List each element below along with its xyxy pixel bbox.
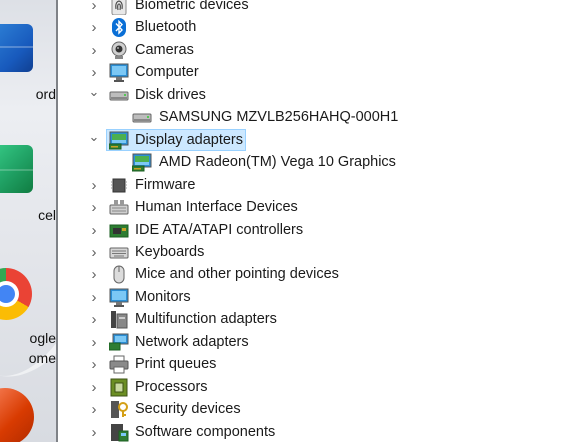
category-ide-ata-atapi-controllers[interactable]: › IDE ATA/ATAPI controllers xyxy=(58,219,569,241)
category-label: Cameras xyxy=(135,42,194,58)
chevron-right-icon[interactable]: › xyxy=(88,421,100,443)
excel-app-icon[interactable] xyxy=(0,145,33,193)
monitor-icon xyxy=(109,63,129,82)
chevron-down-icon[interactable]: ⌄ xyxy=(88,129,100,152)
category-label: Security devices xyxy=(135,401,241,417)
category-display-adapters[interactable]: ⌄ Display adapters xyxy=(58,129,569,151)
chevron-right-icon[interactable]: › xyxy=(88,241,100,263)
category-computer[interactable]: › Computer xyxy=(58,61,569,83)
device-tree[interactable]: › Biometric devices › Bluetooth › Cameras › Com… xyxy=(58,0,569,442)
category-firmware[interactable]: › Firmware xyxy=(58,174,569,196)
category-label: Keyboards xyxy=(135,244,205,260)
chevron-right-icon[interactable]: › xyxy=(88,263,100,285)
display-adapter-icon xyxy=(132,153,152,172)
category-label: IDE ATA/ATAPI controllers xyxy=(135,222,304,238)
camera-icon xyxy=(109,41,129,60)
ide-controller-icon xyxy=(109,221,129,240)
chevron-right-icon[interactable]: › xyxy=(88,39,100,61)
keyboard-icon xyxy=(109,243,129,262)
chevron-right-icon[interactable]: › xyxy=(88,196,100,218)
category-label: Software components xyxy=(135,424,276,440)
category-label: Multifunction adapters xyxy=(135,311,277,327)
category-label: Display adapters xyxy=(135,132,243,148)
device-item-amd-radeon-tm-vega-10-graphics[interactable]: AMD Radeon(TM) Vega 10 Graphics xyxy=(58,151,569,173)
hid-icon xyxy=(109,198,129,217)
chevron-right-icon[interactable]: › xyxy=(88,308,100,330)
category-print-queues[interactable]: › Print queues xyxy=(58,353,569,375)
desktop-background: ord cel ogle ome xyxy=(0,0,57,442)
chevron-right-icon[interactable]: › xyxy=(88,16,100,38)
bluetooth-icon xyxy=(109,18,129,37)
chevron-down-icon[interactable]: ⌄ xyxy=(88,84,100,107)
device-item-label: SAMSUNG MZVLB256HAHQ-000H1 xyxy=(159,109,399,125)
chevron-right-icon[interactable]: › xyxy=(88,174,100,196)
category-monitors[interactable]: › Monitors xyxy=(58,286,569,308)
disk-drive-icon xyxy=(132,108,152,127)
excel-shortcut-label[interactable]: cel xyxy=(0,207,56,223)
category-processors[interactable]: › Processors xyxy=(58,376,569,398)
chevron-right-icon[interactable]: › xyxy=(88,353,100,375)
category-bluetooth[interactable]: › Bluetooth xyxy=(58,16,569,38)
chevron-right-icon[interactable]: › xyxy=(88,286,100,308)
chrome-shortcut-label-line1[interactable]: ogle xyxy=(0,330,56,346)
monitor-icon xyxy=(109,288,129,307)
disk-drive-icon xyxy=(109,86,129,105)
software-component-icon xyxy=(109,423,129,442)
chevron-right-icon[interactable]: › xyxy=(88,61,100,83)
chevron-right-icon[interactable]: › xyxy=(88,0,100,16)
chip-icon xyxy=(109,176,129,195)
chevron-right-icon[interactable]: › xyxy=(88,376,100,398)
category-security-devices[interactable]: › Security devices xyxy=(58,398,569,420)
category-biometric-devices[interactable]: › Biometric devices xyxy=(58,0,569,16)
chrome-shortcut-label-line2[interactable]: ome xyxy=(0,350,56,366)
category-disk-drives[interactable]: ⌄ Disk drives xyxy=(58,84,569,106)
category-label: Monitors xyxy=(135,289,191,305)
category-human-interface-devices[interactable]: › Human Interface Devices xyxy=(58,196,569,218)
category-label: Bluetooth xyxy=(135,19,197,35)
mouse-icon xyxy=(109,265,129,284)
display-adapter-icon xyxy=(109,131,129,150)
category-mice-and-other-pointing-devices[interactable]: › Mice and other pointing devices xyxy=(58,263,569,285)
device-item-label: AMD Radeon(TM) Vega 10 Graphics xyxy=(159,154,396,170)
office-app-icon[interactable] xyxy=(0,388,34,442)
category-label: Disk drives xyxy=(135,87,206,103)
category-label: Print queues xyxy=(135,356,217,372)
category-cameras[interactable]: › Cameras xyxy=(58,39,569,61)
category-label: Biometric devices xyxy=(135,0,249,13)
category-label: Network adapters xyxy=(135,334,249,350)
chevron-right-icon[interactable]: › xyxy=(88,398,100,420)
category-label: Computer xyxy=(135,64,199,80)
network-icon xyxy=(109,333,129,352)
category-label: Processors xyxy=(135,379,208,395)
processor-icon xyxy=(109,378,129,397)
chevron-right-icon[interactable]: › xyxy=(88,219,100,241)
category-keyboards[interactable]: › Keyboards xyxy=(58,241,569,263)
category-label: Human Interface Devices xyxy=(135,199,298,215)
word-shortcut-label[interactable]: ord xyxy=(0,86,56,102)
category-label: Mice and other pointing devices xyxy=(135,266,339,282)
fingerprint-icon xyxy=(109,0,129,15)
printer-icon xyxy=(109,355,129,374)
category-label: Firmware xyxy=(135,177,196,193)
multifunction-icon xyxy=(109,310,129,329)
word-app-icon[interactable] xyxy=(0,24,33,72)
category-network-adapters[interactable]: › Network adapters xyxy=(58,331,569,353)
category-software-components[interactable]: › Software components xyxy=(58,421,569,443)
chevron-right-icon[interactable]: › xyxy=(88,331,100,353)
device-item-samsung-mzvlb256hahq-000h1[interactable]: SAMSUNG MZVLB256HAHQ-000H1 xyxy=(58,106,569,128)
category-multifunction-adapters[interactable]: › Multifunction adapters xyxy=(58,308,569,330)
security-key-icon xyxy=(109,400,129,419)
